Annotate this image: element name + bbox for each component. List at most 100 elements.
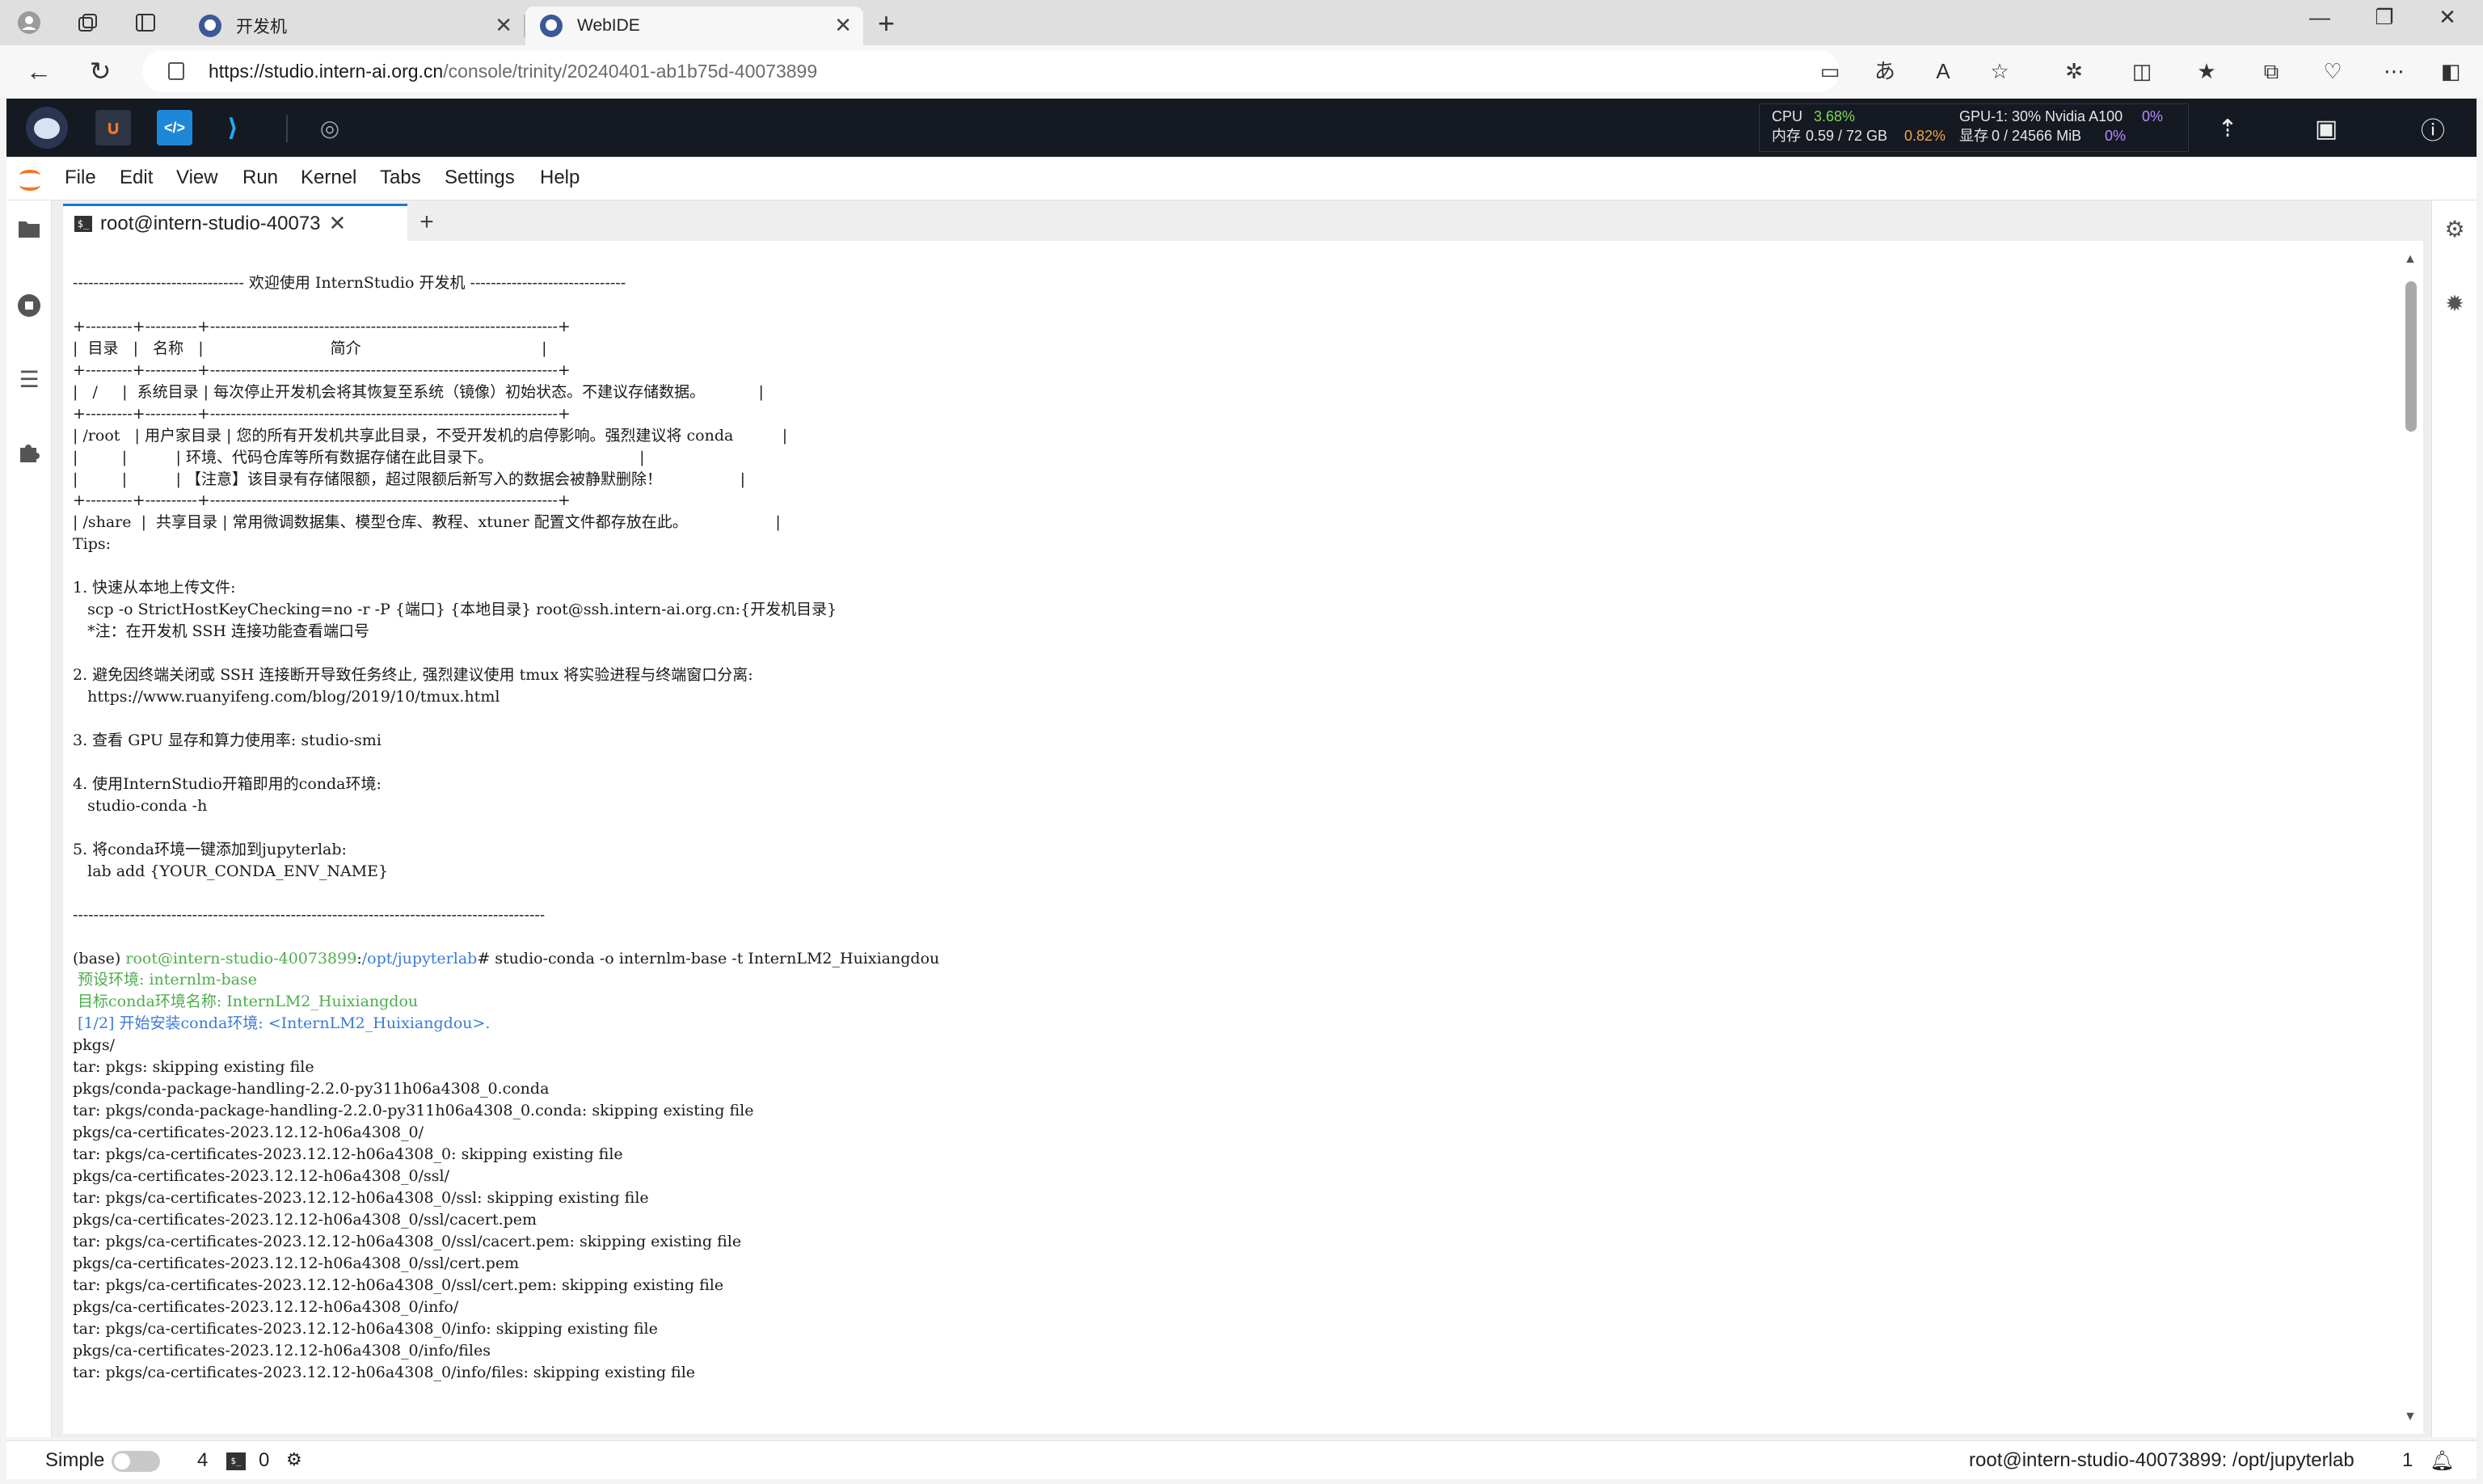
terminal-line: | /root | 用户家目录 | 您的所有开发机共享此目录，不受开发机的启停影… [73, 426, 788, 445]
mem-label: 内存 [1772, 128, 1801, 144]
new-tab-button[interactable]: + [878, 6, 895, 40]
menu-run[interactable]: Run [242, 167, 278, 189]
menu-kernel[interactable]: Kernel [301, 167, 356, 189]
terminal-line: tar: pkgs/ca-certificates-2023.12.12-h06… [73, 1319, 658, 1338]
terminal-line: 5. 将conda环境一键添加到jupyterlab: [73, 840, 347, 858]
terminals-count[interactable]: 4 [197, 1449, 208, 1472]
terminal-panel[interactable]: --------------------------------- 欢迎使用 I… [63, 241, 2423, 1434]
folder-icon[interactable] [16, 218, 42, 244]
prompt-cmd: # studio-conda -o internlm-base -t Inter… [477, 949, 940, 968]
tab-title: 开发机 [236, 18, 287, 36]
terminal-line: +---------+----------+------------------… [73, 360, 571, 379]
profile-icon[interactable] [15, 8, 44, 37]
extension-manager-icon[interactable] [16, 440, 42, 466]
notification-count[interactable]: 1 [2402, 1449, 2413, 1472]
favorite-star-icon[interactable]: ☆ [1983, 58, 2016, 84]
prompt-path: /opt/jupyterlab [361, 949, 478, 968]
terminal-line: https://www.ruanyifeng.com/blog/2019/10/… [73, 688, 500, 706]
menu-file[interactable]: File [65, 167, 96, 189]
workspaces-icon[interactable] [73, 8, 102, 37]
mem-value: 0.59 / 72 GB [1806, 128, 1888, 144]
translate-icon[interactable]: あ [1869, 58, 1901, 84]
cpu-label: CPU [1772, 108, 1803, 124]
terminal-line: pkgs/ [73, 1036, 115, 1055]
close-tab-icon[interactable]: ✕ [495, 13, 512, 38]
vscode-icon[interactable]: ⟩ [215, 110, 251, 145]
webide-header: ∪ </> ⟩ ◎ CPU 3.68% 内存 0.59 / 72 GB 0.82… [6, 99, 2477, 157]
menu-edit[interactable]: Edit [120, 167, 153, 189]
prompt-base: (base) [73, 949, 126, 968]
scroll-up-icon[interactable]: ▲ [2404, 252, 2417, 267]
url-field[interactable]: https://studio.intern-ai.org.cn/console/… [142, 50, 1840, 92]
extensions-icon[interactable]: ✲ [2058, 58, 2090, 84]
terminal-line: +---------+----------+------------------… [73, 404, 571, 423]
browser-essentials-icon[interactable]: ♡ [2316, 58, 2349, 84]
jupyterlab-icon[interactable]: ∪ [95, 110, 131, 145]
running-sessions-icon[interactable] [16, 293, 42, 318]
info-icon[interactable]: ⓘ [2417, 113, 2449, 145]
menu-settings[interactable]: Settings [445, 167, 515, 189]
table-of-contents-icon[interactable]: ☰ [16, 367, 42, 393]
scroll-down-icon[interactable]: ▼ [2404, 1410, 2417, 1424]
clipboard-icon[interactable]: ▭ [1814, 58, 1846, 84]
terminal-line: +---------+----------+------------------… [73, 317, 571, 335]
terminal-line: 1. 快速从本地上传文件: [73, 579, 236, 597]
main-dock-area: $_ root@intern-studio-40073 ✕ + --------… [52, 200, 2431, 1437]
mem-percent: 0.82% [1904, 128, 1946, 144]
browser-tab-devmachine[interactable]: 开发机 ✕ [184, 6, 524, 45]
close-terminal-tab-icon[interactable]: ✕ [329, 211, 347, 236]
header-divider [286, 115, 288, 142]
terminal-line: tar: pkgs/ca-certificates-2023.12.12-h06… [73, 1275, 724, 1294]
simple-mode-toggle[interactable] [112, 1451, 160, 1472]
more-menu-icon[interactable]: ⋯ [2378, 58, 2410, 84]
upload-icon[interactable]: ⇡ [2211, 113, 2244, 144]
intern-logo-icon[interactable] [26, 107, 68, 149]
bell-icon[interactable]: 🔔︎ [2430, 1449, 2454, 1473]
read-aloud-icon[interactable]: A [1927, 58, 1959, 84]
close-tab-icon[interactable]: ✕ [834, 13, 852, 38]
terminal-tab[interactable]: $_ root@intern-studio-40073 ✕ [63, 204, 407, 241]
vram-percent: 0% [2105, 128, 2127, 144]
terminal-status-icon: $_ [226, 1452, 246, 1470]
reload-icon[interactable]: ↻ [84, 57, 116, 86]
terminal-icon: $_ [74, 215, 92, 232]
menu-help[interactable]: Help [540, 167, 580, 189]
sidebar-toggle-icon[interactable]: ◧ [2435, 58, 2467, 84]
window-close-button[interactable]: ✕ [2423, 5, 2472, 30]
restore-button[interactable]: ❐ [2360, 5, 2409, 30]
simple-mode-label: Simple [45, 1449, 105, 1471]
terminal-line: pkgs/ca-certificates-2023.12.12-h06a4308… [73, 1254, 520, 1272]
kernel-status-icon: ⚙ [286, 1449, 302, 1469]
new-launcher-button[interactable]: + [411, 207, 443, 239]
terminal-line: +---------+----------+------------------… [73, 491, 571, 510]
terminal-line: pkgs/ca-certificates-2023.12.12-h06a4308… [73, 1297, 459, 1316]
kernels-count[interactable]: 0 [259, 1449, 269, 1472]
terminal-line: studio-conda -h [73, 796, 208, 815]
minimize-button[interactable]: — [2295, 5, 2344, 30]
terminal-line: ----------------------------------------… [73, 905, 546, 924]
terminal-line: 目标conda环境名称: InternLM2_Huixiangdou [73, 993, 419, 1011]
collections-icon[interactable]: ⧉ [2255, 58, 2287, 84]
property-inspector-icon[interactable]: ⚙ [2442, 217, 2468, 242]
code-server-icon[interactable]: </> [157, 110, 192, 145]
menu-tabs[interactable]: Tabs [380, 167, 421, 189]
menu-view[interactable]: View [176, 167, 218, 189]
debugger-icon[interactable]: ✹ [2442, 291, 2468, 317]
favorites-icon[interactable]: ★ [2190, 58, 2223, 84]
scrollbar-thumb[interactable] [2405, 281, 2417, 432]
vertical-tabs-icon[interactable] [131, 8, 160, 37]
left-sidebar: ☰ [6, 200, 52, 1437]
split-screen-icon[interactable]: ◫ [2126, 58, 2158, 84]
compass-icon[interactable]: ◎ [312, 110, 348, 145]
browser-tab-webide[interactable]: WebIDE ✕ [525, 6, 863, 45]
terminal-output[interactable]: --------------------------------- 欢迎使用 I… [73, 251, 2384, 1384]
tab-title: WebIDE [577, 16, 640, 35]
back-icon[interactable]: ← [23, 57, 55, 86]
terminal-line: tar: pkgs/ca-certificates-2023.12.12-h06… [73, 1363, 696, 1381]
monitor-icon[interactable]: ▣ [2310, 113, 2342, 144]
tab-favicon-icon [540, 15, 563, 37]
terminal-scrollbar[interactable]: ▲ ▼ [2399, 241, 2422, 1434]
jupyter-logo-icon [18, 167, 42, 191]
